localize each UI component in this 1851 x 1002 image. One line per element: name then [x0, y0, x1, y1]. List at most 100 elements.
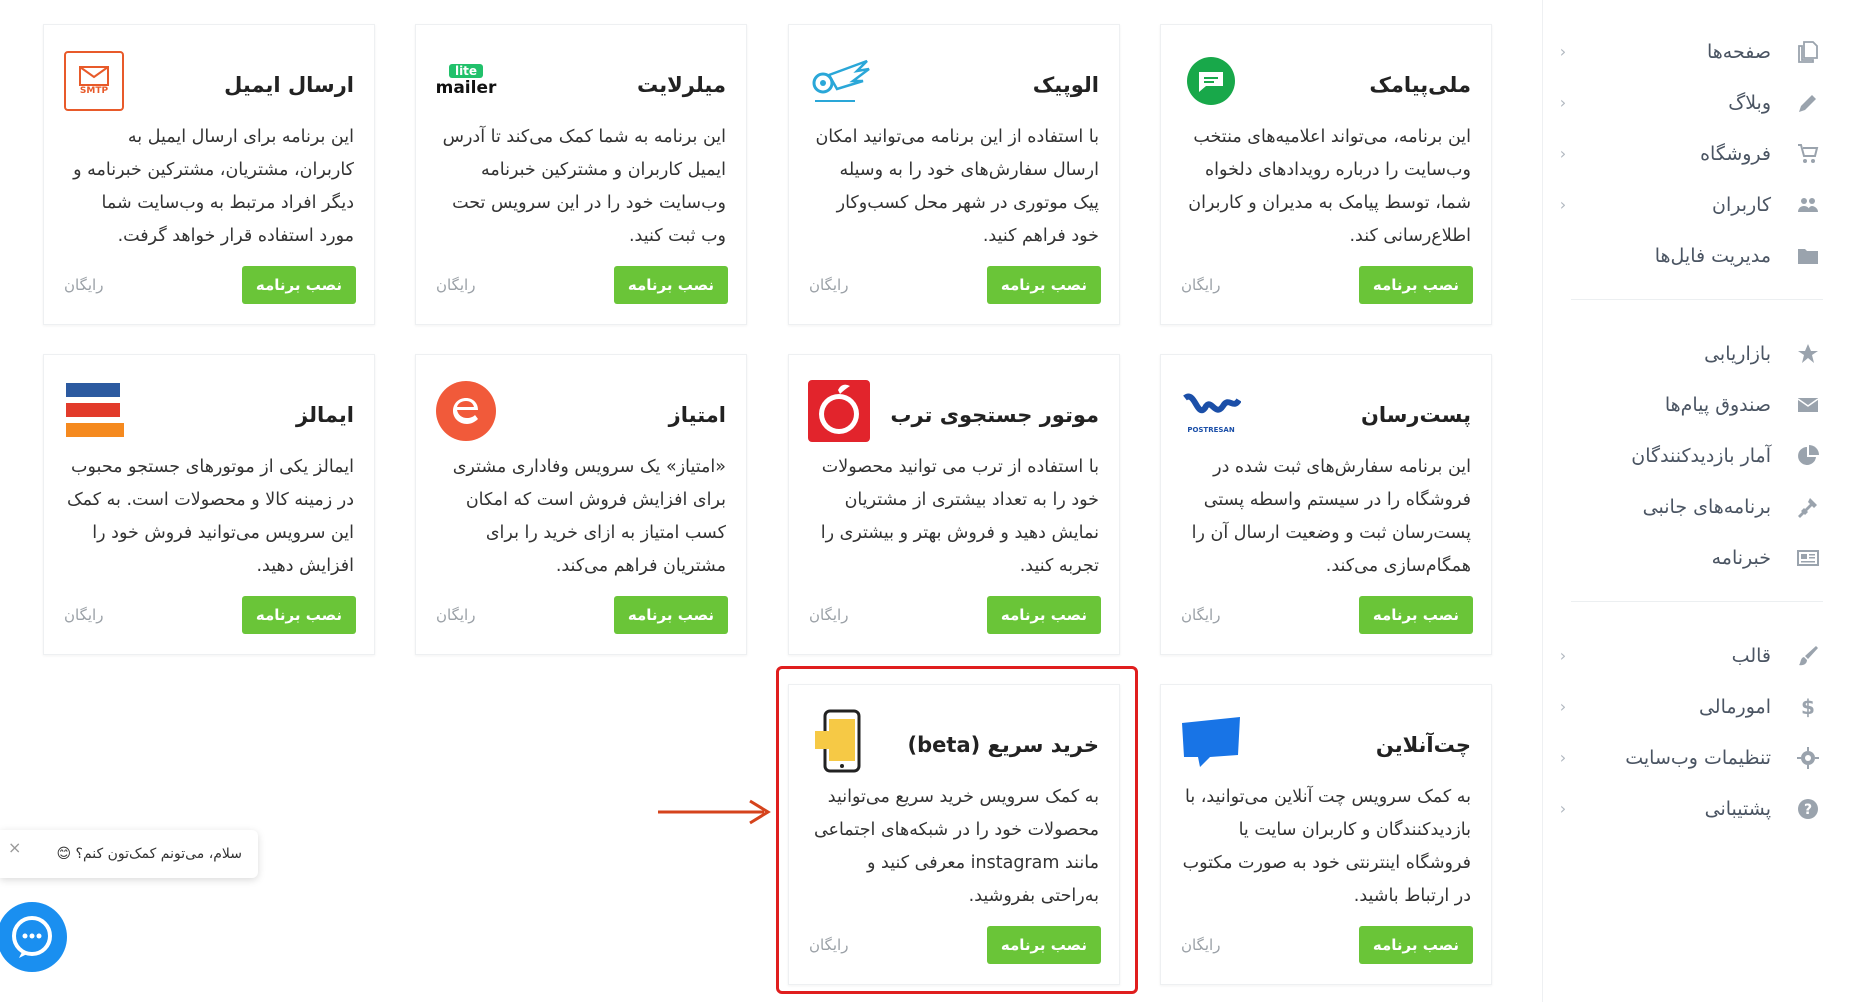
sidebar-item-marketing[interactable]: بازاریابی: [1543, 328, 1851, 379]
chevron-left-icon: ‹: [1559, 697, 1567, 716]
chevron-left-icon: ‹: [1559, 195, 1567, 214]
chat-greeting-text: سلام، می‌تونم کمک‌تون کنم؟ 😊: [56, 846, 242, 862]
install-button[interactable]: نصب برنامه: [986, 266, 1101, 304]
cart-icon: [1793, 139, 1823, 169]
chevron-left-icon: ‹: [1559, 144, 1567, 163]
card-title: چت‌آنلاین: [1375, 733, 1471, 757]
plug-icon: [1793, 492, 1823, 522]
mailerlite-logo: lite mailer: [435, 64, 497, 98]
quick-buy-logo: [807, 709, 871, 773]
sidebar-item-label: کاربران: [1711, 193, 1771, 216]
help-icon: ?: [1793, 794, 1823, 824]
card-title: ملی‌پیامک: [1369, 73, 1471, 97]
price-label: رایگان: [809, 276, 849, 294]
sidebar-item-label: برنامه‌های جانبی: [1642, 495, 1771, 518]
app-card-quick-buy: خرید سریع (beta) به کمک سرویس خرید سریع …: [788, 684, 1120, 985]
sidebar-item-support[interactable]: ? پشتیبانی ‹: [1543, 783, 1851, 834]
sidebar-item-label: پشتیبانی: [1704, 797, 1771, 820]
card-title: میلرلایت: [637, 73, 726, 97]
sidebar: صفحه‌ها ‹ وبلاگ ‹ فروشگاه ‹ کاربران ‹ مد…: [1542, 0, 1851, 1002]
card-description: با استفاده از این برنامه می‌توانید امکان…: [815, 127, 1099, 246]
sidebar-item-label: آمار بازدیدکنندگان: [1631, 444, 1771, 467]
sidebar-item-label: امورمالی: [1698, 695, 1771, 718]
sidebar-group-settings: قالب ‹ $ امورمالی ‹ تنظیمات وب‌سایت ‹ ? …: [1543, 620, 1851, 834]
sidebar-item-finance[interactable]: $ امورمالی ‹: [1543, 681, 1851, 732]
app-card-chat-online: چت‌آنلاین به کمک سرویس چت آنلاین می‌توان…: [1160, 684, 1492, 985]
pie-chart-icon: [1793, 441, 1823, 471]
install-button[interactable]: نصب برنامه: [986, 596, 1101, 634]
chat-icon: [12, 916, 52, 958]
price-label: رایگان: [1181, 276, 1221, 294]
install-button[interactable]: نصب برنامه: [241, 596, 356, 634]
sidebar-item-blog[interactable]: وبلاگ ‹: [1543, 77, 1851, 128]
divider: [1571, 299, 1823, 300]
folder-icon: [1793, 241, 1823, 271]
sidebar-item-files[interactable]: مدیریت فایل‌ها: [1543, 230, 1851, 281]
chevron-left-icon: ‹: [1559, 799, 1567, 818]
sidebar-item-shop[interactable]: فروشگاه ‹: [1543, 128, 1851, 179]
install-button[interactable]: نصب برنامه: [241, 266, 356, 304]
envelope-icon: [1793, 390, 1823, 420]
chevron-left-icon: ‹: [1559, 42, 1567, 61]
install-button[interactable]: نصب برنامه: [1358, 596, 1473, 634]
card-description: این برنامه سفارش‌های ثبت شده در فروشگاه …: [1191, 457, 1471, 576]
install-button[interactable]: نصب برنامه: [613, 266, 728, 304]
app-card-send-email: SMTP ارسال ایمیل این برنامه برای ارسال ا…: [43, 24, 375, 325]
sidebar-item-theme[interactable]: قالب ‹: [1543, 630, 1851, 681]
app-card-emtiyaz: امتیاز «امتیاز» یک سرویس وفاداری مشتری ب…: [415, 354, 747, 655]
svg-text:$: $: [1801, 695, 1815, 719]
sidebar-item-inbox[interactable]: صندوق پیام‌ها: [1543, 379, 1851, 430]
install-button[interactable]: نصب برنامه: [1358, 266, 1473, 304]
postresan-logo: POSTRESAN: [1179, 379, 1243, 443]
card-title: ایمالز: [296, 403, 354, 427]
sidebar-item-stats[interactable]: آمار بازدیدکنندگان: [1543, 430, 1851, 481]
price-label: رایگان: [436, 606, 476, 624]
app-card-mailerlite: lite mailer میلرلایت این برنامه به شما ک…: [415, 24, 747, 325]
price-label: رایگان: [809, 606, 849, 624]
sidebar-item-label: وبلاگ: [1728, 91, 1771, 114]
card-title: الوپیک: [1032, 73, 1099, 97]
card-title: ارسال ایمیل: [224, 73, 354, 97]
sidebar-group-main: صفحه‌ها ‹ وبلاگ ‹ فروشگاه ‹ کاربران ‹ مد…: [1543, 0, 1851, 281]
emtiyaz-logo: [434, 379, 498, 443]
sidebar-item-label: صفحه‌ها: [1706, 40, 1771, 63]
sidebar-item-plugins[interactable]: برنامه‌های جانبی: [1543, 481, 1851, 532]
sidebar-item-pages[interactable]: صفحه‌ها ‹: [1543, 26, 1851, 77]
sidebar-item-site-settings[interactable]: تنظیمات وب‌سایت ‹: [1543, 732, 1851, 783]
torob-logo: [807, 379, 871, 443]
divider: [1571, 601, 1823, 602]
chat-launcher-button[interactable]: [0, 902, 67, 972]
sidebar-item-users[interactable]: کاربران ‹: [1543, 179, 1851, 230]
install-button[interactable]: نصب برنامه: [613, 596, 728, 634]
card-description: این برنامه، می‌تواند اعلامیه‌های منتخب و…: [1188, 127, 1471, 246]
close-icon[interactable]: ×: [8, 838, 21, 857]
sidebar-item-label: مدیریت فایل‌ها: [1654, 244, 1771, 267]
install-button[interactable]: نصب برنامه: [986, 926, 1101, 964]
card-description: ایمالز یکی از موتورهای جستجو محبوب در زم…: [66, 457, 354, 576]
sidebar-item-label: صندوق پیام‌ها: [1664, 393, 1771, 416]
star-icon: [1793, 339, 1823, 369]
sidebar-item-newsletter[interactable]: خبرنامه: [1543, 532, 1851, 583]
price-label: رایگان: [1181, 936, 1221, 954]
sidebar-item-label: فروشگاه: [1700, 142, 1771, 165]
card-description: این برنامه برای ارسال ایمیل به کاربران، …: [73, 127, 354, 246]
brush-icon: [1793, 641, 1823, 671]
chat-online-logo: [1179, 709, 1243, 773]
users-icon: [1793, 190, 1823, 220]
install-button[interactable]: نصب برنامه: [1358, 926, 1473, 964]
price-label: رایگان: [1181, 606, 1221, 624]
chat-greeting-bubble[interactable]: سلام، می‌تونم کمک‌تون کنم؟ 😊 ×: [0, 830, 258, 878]
chevron-left-icon: ‹: [1559, 93, 1567, 112]
emalls-logo: [62, 379, 126, 443]
card-description: این برنامه به شما کمک می‌کند تا آدرس ایم…: [442, 127, 726, 246]
smtp-logo: SMTP: [62, 49, 126, 113]
app-card-emalls: ایمالز ایمالز یکی از موتورهای جستجو محبو…: [43, 354, 375, 655]
card-title: موتور جستجوی ترب: [890, 403, 1099, 427]
melipayamak-logo: [1179, 49, 1243, 113]
gear-icon: [1793, 743, 1823, 773]
pages-icon: [1793, 37, 1823, 67]
card-description: «امتیاز» یک سرویس وفاداری مشتری برای افز…: [452, 457, 726, 576]
price-label: رایگان: [64, 606, 104, 624]
price-label: رایگان: [436, 276, 476, 294]
card-description: با استفاده از ترب می توانید محصولات خود …: [820, 457, 1099, 576]
